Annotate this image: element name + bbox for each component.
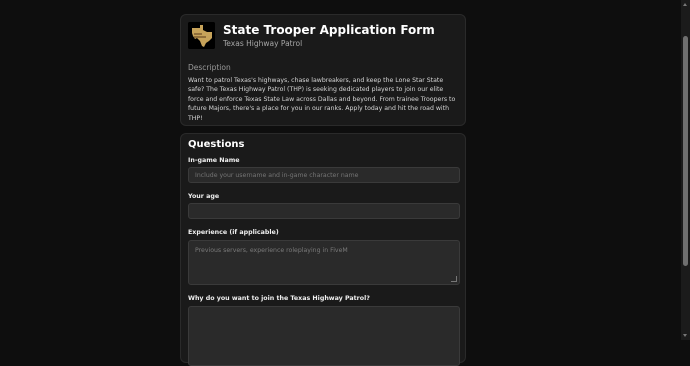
texas-state-logo-icon: [188, 22, 215, 49]
ingame-name-input[interactable]: [188, 167, 460, 183]
experience-placeholder: Previous servers, experience roleplaying…: [195, 247, 348, 254]
description-heading: Description: [188, 63, 231, 72]
questions-card: Questions In-game Name Your age Experien…: [180, 133, 466, 366]
why-join-textarea[interactable]: [188, 306, 460, 366]
page-title: State Trooper Application Form: [223, 23, 435, 37]
resize-handle-icon[interactable]: [451, 276, 457, 282]
age-label: Your age: [188, 193, 220, 200]
description-text: Want to patrol Texas's highways, chase l…: [188, 77, 456, 122]
scroll-down-arrow-icon[interactable]: [683, 334, 687, 337]
age-input[interactable]: [188, 203, 460, 219]
experience-label: Experience (if applicable): [188, 229, 279, 236]
why-join-label: Why do you want to join the Texas Highwa…: [188, 295, 370, 302]
scroll-up-arrow-icon[interactable]: [683, 3, 687, 6]
page-subtitle: Texas Highway Patrol: [223, 39, 303, 48]
experience-textarea[interactable]: Previous servers, experience roleplaying…: [188, 240, 460, 285]
page-scrollbar[interactable]: [681, 0, 690, 340]
scrollbar-thumb[interactable]: [683, 36, 688, 266]
form-header-card: State Trooper Application Form Texas Hig…: [180, 14, 466, 126]
ingame-name-label: In-game Name: [188, 157, 240, 164]
questions-heading: Questions: [188, 139, 245, 150]
